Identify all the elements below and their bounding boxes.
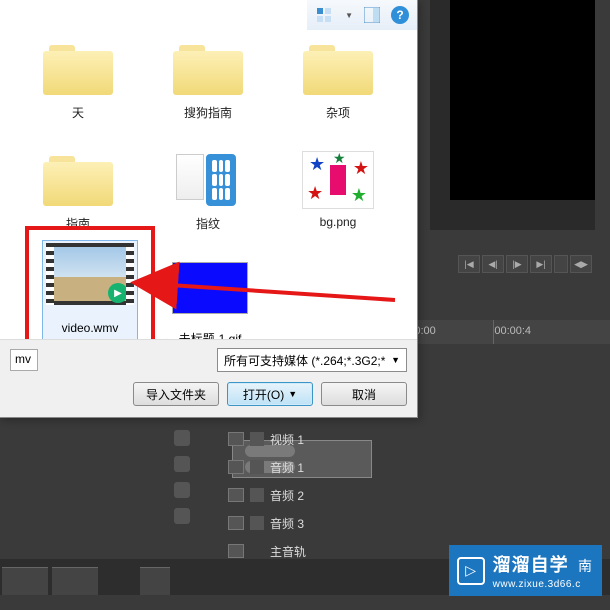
blank-icon (250, 544, 264, 558)
file-name: 杂项 (326, 104, 350, 121)
chevron-down-icon[interactable]: ▼ (345, 11, 353, 20)
folder-icon (173, 43, 243, 95)
button-label: 取消 (352, 386, 376, 403)
track-list: 视频 1 音频 1 音频 2 音频 3 主音轨 (222, 425, 610, 565)
tool-slip-icon[interactable] (174, 482, 190, 498)
transport-step-fwd[interactable]: |▶ (506, 255, 528, 273)
transport-step-back[interactable]: ◀| (482, 255, 504, 273)
tool-palette (174, 430, 190, 524)
button-label: 打开(O) (243, 386, 284, 403)
ruler-tick: 00:00:4 (493, 320, 610, 344)
dialog-footer: mv 所有可支持媒体 (*.264;*.3G2;* ▼ 导入文件夹 打开(O) … (0, 339, 417, 417)
cancel-button[interactable]: 取消 (321, 382, 407, 406)
eye-icon[interactable] (228, 432, 244, 446)
status-seg (140, 567, 170, 595)
file-name: 指南 (66, 215, 90, 232)
track-video-1[interactable]: 视频 1 (222, 425, 610, 453)
button-label: 导入文件夹 (146, 386, 206, 403)
watermark-title: 溜溜自学 (493, 555, 569, 575)
status-seg (2, 567, 48, 595)
track-label: 音频 1 (270, 459, 304, 476)
tool-razor-icon[interactable] (174, 456, 190, 472)
status-seg (52, 567, 98, 595)
transport-controls: |◀ ◀| |▶ ▶| ◀▶ (458, 255, 592, 273)
lock-icon[interactable] (250, 488, 264, 502)
folder-item[interactable]: 指纹 (154, 149, 262, 232)
preview-viewport (450, 0, 595, 200)
track-label: 主音轨 (270, 543, 306, 560)
lock-icon[interactable] (250, 516, 264, 530)
folder-item[interactable]: 搜狗指南 (154, 38, 262, 121)
tool-zoom-icon[interactable] (174, 508, 190, 524)
tool-select-icon[interactable] (174, 430, 190, 446)
play-overlay-icon: ▶ (108, 283, 128, 303)
chevron-down-icon: ▼ (391, 355, 400, 365)
import-folder-button[interactable]: 导入文件夹 (133, 382, 219, 406)
folder-icon (43, 43, 113, 95)
transport-next[interactable]: ▶| (530, 255, 552, 273)
preview-pane-icon[interactable] (363, 6, 381, 24)
preview-panel (430, 0, 595, 230)
file-item-selected[interactable]: ▶ video.wmv (42, 240, 138, 339)
file-name: 指纹 (196, 215, 220, 232)
folder-item[interactable]: 天 (24, 38, 132, 121)
file-type-filter[interactable]: 所有可支持媒体 (*.264;*.3G2;* ▼ (217, 348, 407, 372)
speaker-icon[interactable] (228, 488, 244, 502)
file-item[interactable]: 未标题-1.gif (172, 262, 248, 339)
track-label: 音频 2 (270, 487, 304, 504)
file-item[interactable]: ★ ★ ★ ★ ★ bg.png (284, 149, 392, 232)
track-audio-1[interactable]: 音频 1 (222, 453, 610, 481)
transport-sep (554, 255, 568, 273)
file-name: bg.png (320, 215, 357, 229)
track-audio-2[interactable]: 音频 2 (222, 481, 610, 509)
filter-label: 所有可支持媒体 (*.264;*.3G2;* (224, 352, 385, 369)
track-label: 音频 3 (270, 515, 304, 532)
help-icon[interactable]: ? (391, 6, 409, 24)
filename-ext-field[interactable]: mv (10, 349, 38, 371)
track-label: 视频 1 (270, 431, 304, 448)
file-name: video.wmv (62, 321, 119, 335)
dialog-toolbar: ▼ ? (307, 0, 417, 30)
chevron-down-icon: ▼ (288, 389, 297, 399)
file-name: 天 (72, 104, 84, 121)
speaker-icon[interactable] (228, 544, 244, 558)
watermark: ▷ 溜溜自学 南 www.zixue.3d66.c (449, 545, 602, 596)
watermark-alt: 南 (578, 558, 592, 574)
image-thumb (172, 262, 248, 314)
open-button[interactable]: 打开(O) ▼ (227, 382, 313, 406)
track-audio-3[interactable]: 音频 3 (222, 509, 610, 537)
file-name: 未标题-1.gif (179, 330, 242, 339)
folder-item[interactable]: 指南 (24, 149, 132, 232)
file-list[interactable]: 天 搜狗指南 杂项 指南 (0, 30, 417, 339)
folder-preview-icon (176, 154, 240, 206)
folder-icon (303, 43, 373, 95)
view-mode-icon[interactable] (315, 6, 333, 24)
transport-prev[interactable]: |◀ (458, 255, 480, 273)
lock-icon[interactable] (250, 460, 264, 474)
file-open-dialog: ▼ ? 天 搜狗指南 杂项 指南 (0, 0, 418, 418)
lock-icon[interactable] (250, 432, 264, 446)
video-thumb: ▶ (46, 243, 134, 305)
folder-item[interactable]: 杂项 (284, 38, 392, 121)
speaker-icon[interactable] (228, 460, 244, 474)
speaker-icon[interactable] (228, 516, 244, 530)
transport-loop[interactable]: ◀▶ (570, 255, 592, 273)
file-name: 搜狗指南 (184, 104, 232, 121)
watermark-logo-icon: ▷ (457, 557, 485, 585)
image-thumb: ★ ★ ★ ★ ★ (302, 151, 374, 209)
watermark-url: www.zixue.3d66.c (493, 579, 592, 590)
folder-icon (43, 154, 113, 206)
